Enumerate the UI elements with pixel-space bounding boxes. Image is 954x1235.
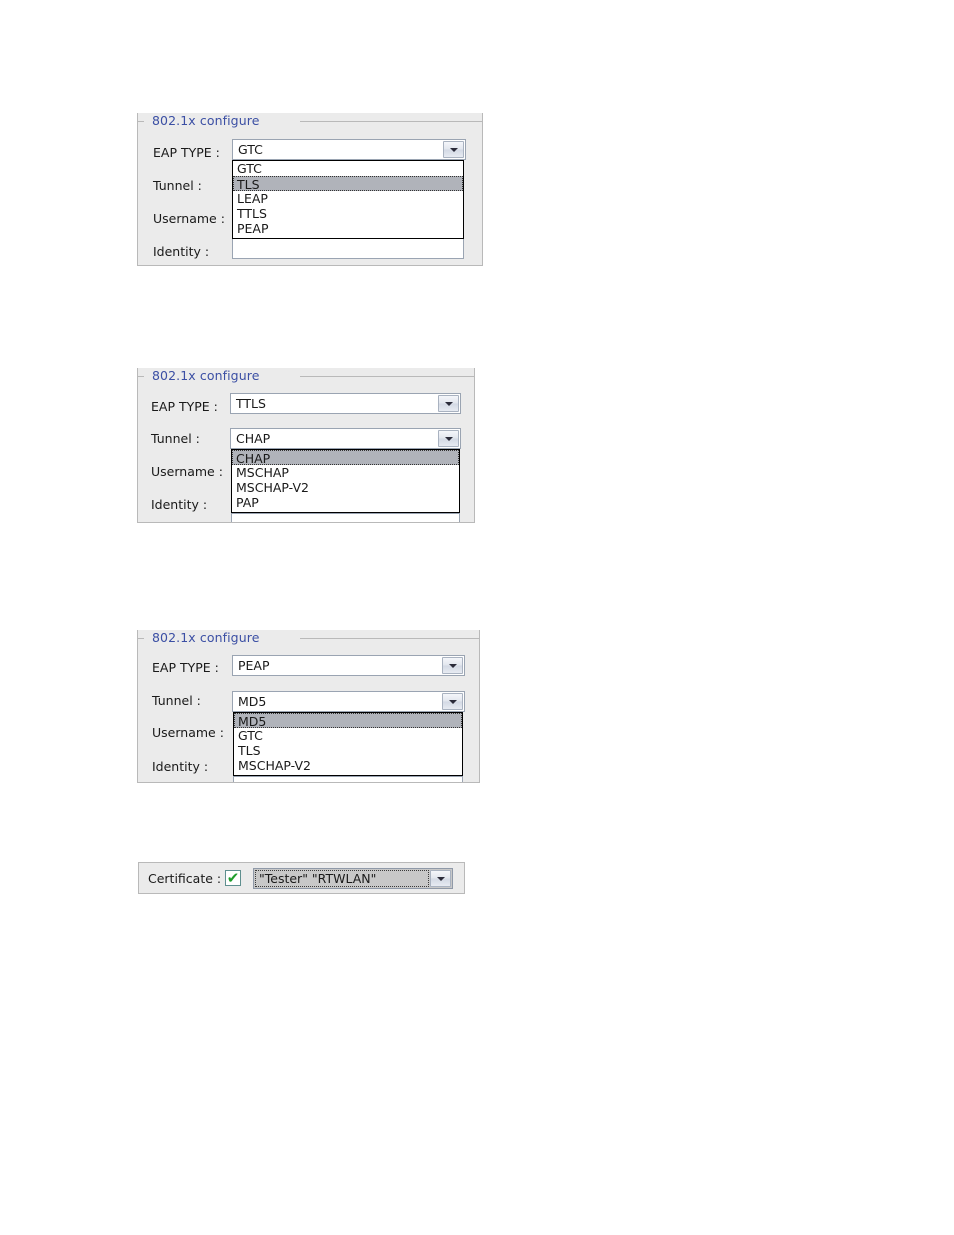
- panel-8021x-configure-1: 802.1x configure EAP TYPE : Tunnel : Use…: [137, 113, 483, 266]
- combo-certificate-dropdown-button[interactable]: [430, 870, 451, 887]
- label-tunnel: Tunnel :: [152, 693, 201, 708]
- label-eap-type: EAP TYPE :: [152, 660, 219, 675]
- label-identity: Identity :: [151, 497, 208, 512]
- chevron-down-icon: [444, 436, 453, 441]
- label-tunnel: Tunnel :: [153, 178, 202, 193]
- field-identity[interactable]: [231, 513, 460, 522]
- check-icon: ✔: [226, 869, 240, 887]
- label-eap-type: EAP TYPE :: [153, 145, 220, 160]
- dropdown-option[interactable]: PEAP: [233, 221, 463, 236]
- combo-certificate-value: "Tester" "RTWLAN": [259, 871, 377, 886]
- label-identity: Identity :: [152, 759, 209, 774]
- combo-eap-type-value: PEAP: [238, 658, 270, 673]
- dropdown-option[interactable]: MSCHAP: [232, 465, 459, 480]
- dropdown-option[interactable]: MSCHAP-V2: [232, 480, 459, 495]
- dropdown-option[interactable]: GTC: [233, 161, 463, 176]
- combo-certificate[interactable]: "Tester" "RTWLAN": [253, 868, 453, 889]
- chevron-down-icon: [448, 663, 457, 668]
- chevron-down-icon: [436, 876, 445, 881]
- label-username: Username :: [153, 211, 225, 226]
- panel-title: 802.1x configure: [148, 368, 264, 384]
- dropdown-option[interactable]: TLS: [234, 743, 462, 758]
- label-username: Username :: [152, 725, 224, 740]
- combo-eap-type[interactable]: TTLS: [230, 393, 461, 414]
- dropdown-option-selected[interactable]: MD5: [234, 713, 462, 729]
- dropdown-option[interactable]: PAP: [232, 495, 459, 510]
- combo-tunnel-dropdown-button[interactable]: [438, 430, 459, 447]
- label-eap-type: EAP TYPE :: [151, 399, 218, 414]
- field-identity[interactable]: [232, 238, 464, 259]
- dropdown-option[interactable]: GTC: [234, 728, 462, 743]
- combo-eap-type-dropdown-button[interactable]: [443, 141, 464, 158]
- certificate-checkbox[interactable]: ✔: [225, 870, 241, 886]
- panel-8021x-configure-3: 802.1x configure EAP TYPE : Tunnel : Use…: [137, 630, 480, 783]
- label-certificate: Certificate :: [148, 871, 222, 886]
- field-identity[interactable]: [233, 776, 463, 782]
- dropdown-option[interactable]: MSCHAP-V2: [234, 758, 462, 773]
- label-username: Username :: [151, 464, 223, 479]
- panel-title: 802.1x configure: [148, 630, 264, 646]
- dropdown-eap-type-list[interactable]: GTC TLS LEAP TTLS PEAP: [232, 160, 464, 239]
- label-tunnel: Tunnel :: [151, 431, 200, 446]
- panel-8021x-configure-2: 802.1x configure EAP TYPE : Tunnel : Use…: [137, 368, 475, 523]
- combo-eap-type-dropdown-button[interactable]: [442, 657, 463, 674]
- combo-certificate-focus-box: "Tester" "RTWLAN": [255, 870, 429, 887]
- certificate-bar: Certificate : ✔ "Tester" "RTWLAN": [138, 862, 465, 894]
- combo-tunnel-dropdown-button[interactable]: [442, 693, 463, 710]
- combo-tunnel[interactable]: CHAP: [230, 428, 461, 449]
- combo-eap-type-value: GTC: [238, 142, 263, 157]
- combo-tunnel-value: MD5: [238, 694, 267, 709]
- dropdown-tunnel-list[interactable]: CHAP MSCHAP MSCHAP-V2 PAP: [231, 449, 460, 513]
- combo-eap-type[interactable]: PEAP: [232, 655, 465, 676]
- combo-eap-type-value: TTLS: [236, 396, 266, 411]
- chevron-down-icon: [448, 699, 457, 704]
- dropdown-option[interactable]: TTLS: [233, 206, 463, 221]
- dropdown-option-selected[interactable]: CHAP: [232, 450, 459, 466]
- combo-tunnel-value: CHAP: [236, 431, 271, 446]
- combo-eap-type-dropdown-button[interactable]: [438, 395, 459, 412]
- combo-tunnel[interactable]: MD5: [232, 691, 465, 712]
- dropdown-option[interactable]: LEAP: [233, 191, 463, 206]
- dropdown-option-selected[interactable]: TLS: [233, 176, 463, 192]
- dropdown-tunnel-list[interactable]: MD5 GTC TLS MSCHAP-V2: [233, 712, 463, 776]
- combo-eap-type[interactable]: GTC: [232, 139, 466, 160]
- chevron-down-icon: [444, 401, 453, 406]
- chevron-down-icon: [449, 147, 458, 152]
- panel-title: 802.1x configure: [148, 113, 264, 129]
- label-identity: Identity :: [153, 244, 210, 259]
